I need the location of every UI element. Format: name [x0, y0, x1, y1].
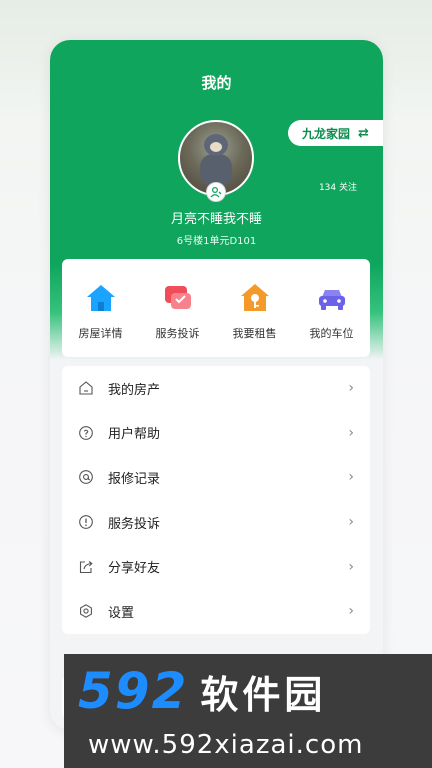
- community-switcher[interactable]: 九龙家园 ⇄: [288, 120, 383, 146]
- page-title: 我的: [201, 74, 232, 92]
- quick-action-house-details[interactable]: 房屋详情: [66, 259, 136, 341]
- menu-list: 我的房产 › 用户帮助 › 报修记录 › 服务投诉 › 分享好友 › 设置 ›: [62, 366, 370, 634]
- chevron-right-icon: ›: [348, 558, 354, 575]
- swap-icon: ⇄: [358, 125, 369, 141]
- avatar[interactable]: [178, 120, 254, 202]
- quick-action-parking[interactable]: 我的车位: [297, 259, 367, 341]
- chevron-right-icon: ›: [348, 380, 354, 397]
- menu-item-my-property[interactable]: 我的房产 ›: [62, 366, 370, 411]
- watermark-brand: 软件园: [200, 672, 327, 717]
- user-name: 月亮不睡我不睡: [170, 212, 262, 227]
- complaint-icon: [164, 286, 191, 309]
- edit-profile-icon[interactable]: [206, 182, 226, 202]
- alert-icon: [78, 514, 94, 530]
- watermark-banner: 592 软件园 www.592xiazai.com: [64, 654, 432, 768]
- chevron-right-icon: ›: [348, 603, 354, 620]
- house-icon: [86, 285, 115, 311]
- phone-screen: 我的 九龙家园 ⇄ 134 关注 月亮不睡我不睡 6号楼1单元D101 房屋详情: [50, 40, 383, 730]
- watermark-digits: 592: [78, 662, 189, 720]
- watermark-logo: 592 软件园: [78, 662, 326, 720]
- settings-icon: [78, 603, 94, 619]
- home-outline-icon: [78, 380, 94, 396]
- share-icon: [78, 559, 94, 575]
- rent-key-icon: [240, 284, 269, 311]
- repair-icon: [78, 469, 94, 485]
- follow-count[interactable]: 134 关注: [319, 180, 357, 193]
- user-address: 6号楼1单元D101: [176, 236, 257, 247]
- watermark-url: www.592xiazai.com: [88, 730, 364, 760]
- chevron-right-icon: ›: [348, 514, 354, 531]
- menu-item-user-help[interactable]: 用户帮助 ›: [62, 411, 370, 456]
- quick-action-complaint[interactable]: 服务投诉: [143, 259, 213, 341]
- quick-actions-card: 房屋详情 服务投诉 我要租售 我的车位: [62, 259, 370, 357]
- menu-item-settings[interactable]: 设置 ›: [62, 589, 370, 634]
- menu-item-share-friends[interactable]: 分享好友 ›: [62, 544, 370, 589]
- chevron-right-icon: ›: [348, 469, 354, 486]
- quick-action-rent-sell[interactable]: 我要租售: [220, 259, 290, 341]
- chevron-right-icon: ›: [348, 424, 354, 441]
- help-icon: [78, 425, 94, 441]
- menu-item-repair-records[interactable]: 报修记录 ›: [62, 455, 370, 500]
- community-name: 九龙家园: [302, 126, 351, 141]
- menu-item-service-complaint[interactable]: 服务投诉 ›: [62, 500, 370, 545]
- car-icon: [318, 290, 345, 310]
